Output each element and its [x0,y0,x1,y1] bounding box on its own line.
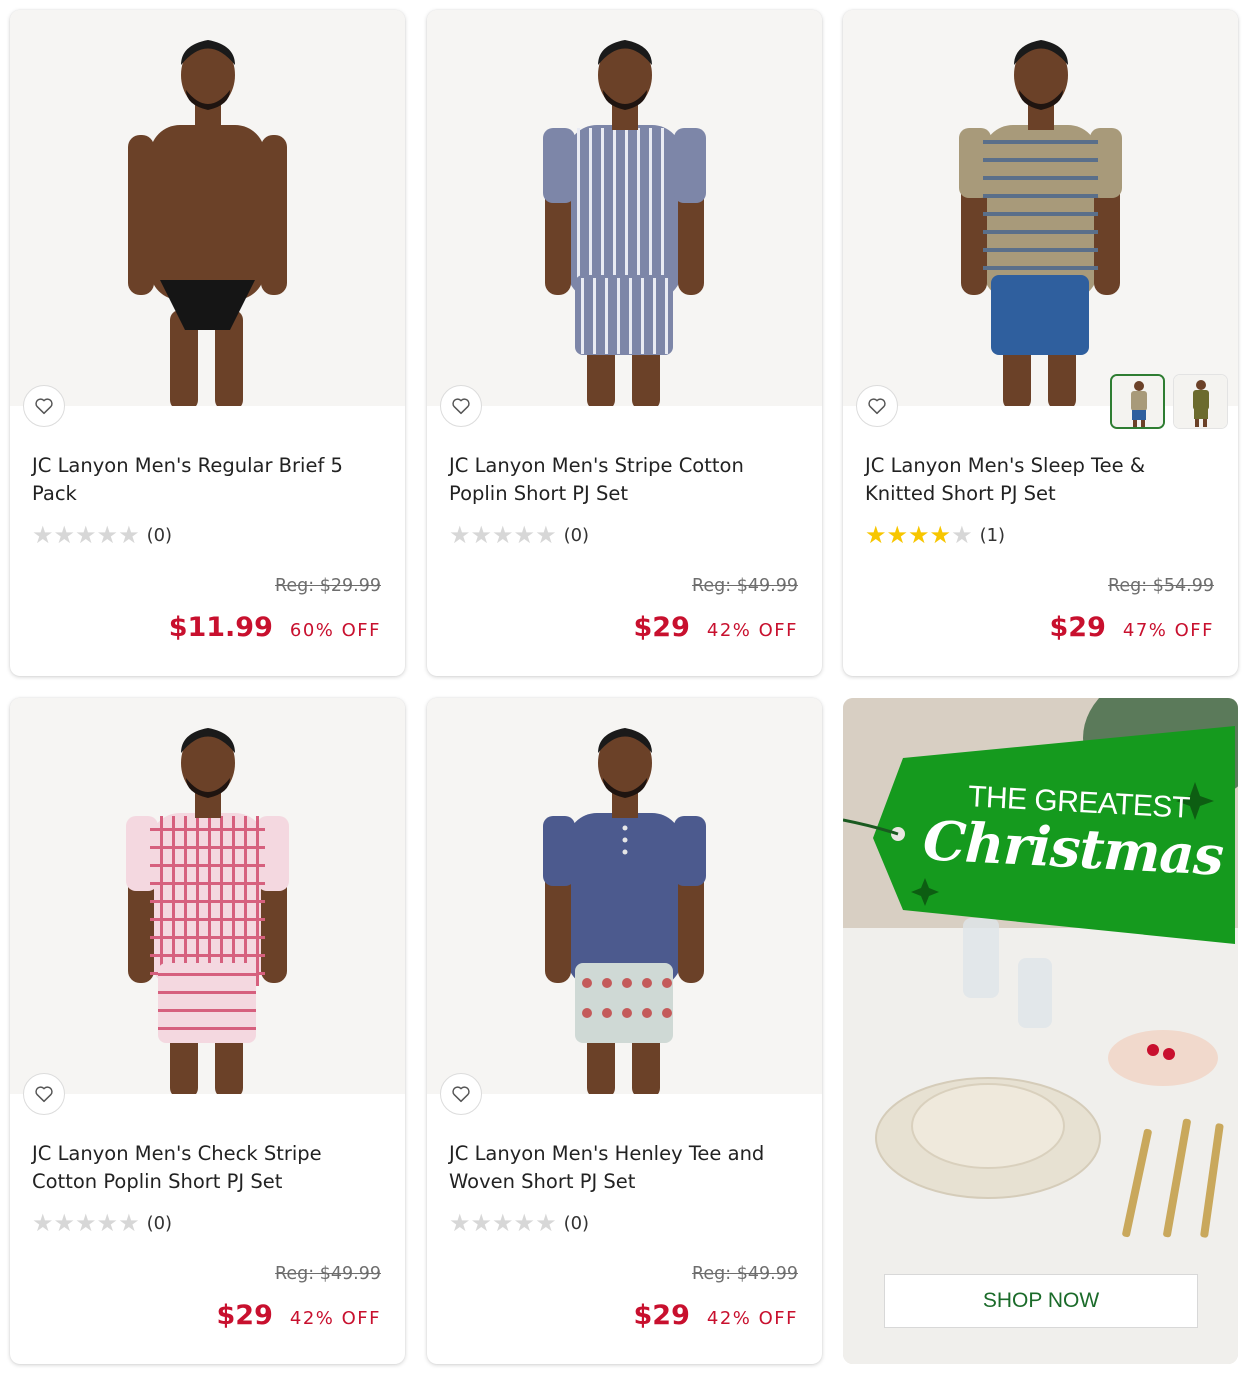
swatch-striped-tee-variant[interactable] [1110,374,1165,429]
price-row: $29 42% OFF [634,612,798,643]
star-icon: ★ [75,1209,96,1237]
discount-badge: 47% OFF [1122,620,1214,641]
star-icon: ★ [535,1209,556,1237]
product-image[interactable] [427,698,822,1094]
rating-stars: ★ ★ ★ ★ ★ [449,1209,557,1237]
favorite-heart-icon[interactable] [23,385,65,427]
star-icon: ★ [75,521,96,549]
discount-badge: 42% OFF [706,1308,798,1329]
model-figure [543,40,706,406]
star-icon: ★ [951,521,972,549]
product-title[interactable]: JC Lanyon Men's Sleep Tee & Knitted Shor… [865,452,1205,508]
star-icon: ★ [470,521,492,549]
product-title[interactable]: JC Lanyon Men's Stripe Cotton Poplin Sho… [449,452,789,508]
bowl-image [911,1083,1065,1169]
price-row: $29 42% OFF [634,1300,798,1331]
rating-stars: ★ ★ ★ ★ ★ [32,1209,140,1237]
regular-price: Reg: $49.99 [275,1264,381,1284]
product-image[interactable] [10,10,405,406]
product-grid: JC Lanyon Men's Regular Brief 5 Pack ★ ★ ★ ★… [0,0,1250,1376]
model-figure [959,40,1122,406]
sale-price: $11.99 [168,612,273,643]
price-row: $29 42% OFF [217,1300,381,1331]
star-icon: ★ [492,1209,513,1237]
product-image[interactable] [10,698,405,1094]
glass-image [963,918,999,998]
rating: ★ ★ ★ ★ ★ (0) [449,522,589,548]
product-card[interactable]: JC Lanyon Men's Stripe Cotton Poplin Sho… [427,10,822,676]
regular-price: Reg: $29.99 [275,576,381,596]
product-image[interactable] [427,10,822,406]
star-icon: ★ [908,521,929,549]
star-icon: ★ [118,1209,139,1237]
favorite-heart-icon[interactable] [23,1073,65,1115]
star-icon: ★ [118,521,139,549]
star-icon: ★ [535,521,556,549]
star-icon: ★ [53,1209,75,1237]
star-icon: ★ [53,521,75,549]
rating: ★ ★ ★ ★ ★ (0) [449,1210,589,1236]
sale-price: $29 [633,612,690,643]
star-icon: ★ [886,521,908,549]
favorite-heart-icon[interactable] [440,1073,482,1115]
star-icon: ★ [865,521,886,549]
color-swatches [1110,374,1228,429]
star-icon: ★ [513,521,535,549]
star-icon: ★ [929,521,951,549]
star-icon: ★ [96,1209,118,1237]
star-icon: ★ [449,1209,470,1237]
product-title[interactable]: JC Lanyon Men's Regular Brief 5 Pack [32,452,372,508]
model-figure [126,728,289,1094]
product-title[interactable]: JC Lanyon Men's Henley Tee and Woven Sho… [449,1140,789,1196]
rating: ★ ★ ★ ★ ★ (0) [32,1210,172,1236]
product-title[interactable]: JC Lanyon Men's Check Stripe Cotton Popl… [32,1140,372,1196]
price-row: $29 47% OFF [1050,612,1214,643]
shop-now-button[interactable]: SHOP NOW [884,1274,1198,1328]
regular-price: Reg: $49.99 [692,1264,798,1284]
star-icon: ★ [492,521,513,549]
product-card[interactable]: JC Lanyon Men's Sleep Tee & Knitted Shor… [843,10,1238,676]
star-icon: ★ [449,521,470,549]
rating-stars: ★ ★ ★ ★ ★ [865,521,973,549]
product-card[interactable]: JC Lanyon Men's Henley Tee and Woven Sho… [427,698,822,1364]
model-figure [543,728,706,1094]
star-icon: ★ [470,1209,492,1237]
discount-badge: 42% OFF [289,1308,381,1329]
product-card[interactable]: JC Lanyon Men's Regular Brief 5 Pack ★ ★ ★ ★… [10,10,405,676]
star-icon: ★ [32,521,53,549]
sale-price: $29 [1049,612,1106,643]
product-card[interactable]: JC Lanyon Men's Check Stripe Cotton Popl… [10,698,405,1364]
review-count[interactable]: (1) [980,525,1006,546]
product-image[interactable] [843,10,1238,406]
regular-price: Reg: $54.99 [1108,576,1214,596]
star-icon: ★ [32,1209,53,1237]
christmas-promo-banner[interactable]: THE GREATEST Christmas SHOP NOW [843,698,1238,1364]
favorite-heart-icon[interactable] [856,385,898,427]
swatch-olive-set-variant[interactable] [1173,374,1228,429]
rating: ★ ★ ★ ★ ★ (1) [865,522,1005,548]
discount-badge: 60% OFF [289,620,381,641]
sale-price: $29 [216,1300,273,1331]
sale-price: $29 [633,1300,690,1331]
review-count[interactable]: (0) [147,525,173,546]
price-row: $11.99 60% OFF [169,612,381,643]
star-icon: ★ [96,521,118,549]
review-count[interactable]: (0) [564,525,590,546]
discount-badge: 42% OFF [706,620,798,641]
rating: ★ ★ ★ ★ ★ (0) [32,522,172,548]
regular-price: Reg: $49.99 [692,576,798,596]
rating-stars: ★ ★ ★ ★ ★ [449,521,557,549]
favorite-heart-icon[interactable] [440,385,482,427]
review-count[interactable]: (0) [147,1213,173,1234]
star-icon: ★ [513,1209,535,1237]
rating-stars: ★ ★ ★ ★ ★ [32,521,140,549]
model-figure [128,40,287,406]
dessert-dish-image [1108,1030,1218,1086]
review-count[interactable]: (0) [564,1213,590,1234]
